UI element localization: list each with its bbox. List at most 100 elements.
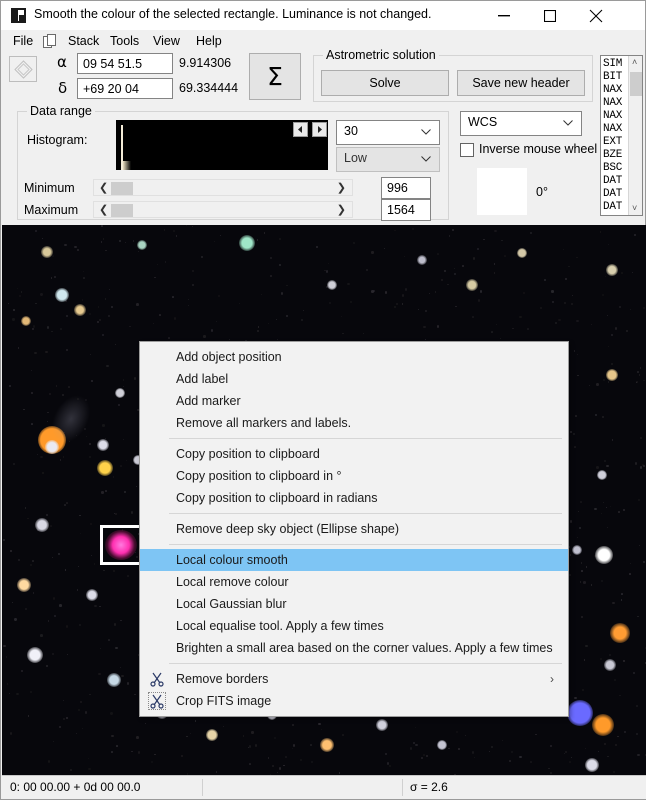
- noise-speckle: [111, 306, 113, 308]
- fits-header-scrollbar[interactable]: ˄ ˅: [628, 56, 642, 215]
- stack-pages-icon[interactable]: [43, 34, 60, 50]
- menu-help[interactable]: Help: [191, 33, 227, 50]
- noise-speckle: [350, 301, 352, 303]
- inverse-mouse-wheel-checkbox[interactable]: Inverse mouse wheel: [460, 142, 590, 159]
- menu-item-local-gaussian-blur[interactable]: Local Gaussian blur: [140, 593, 568, 615]
- solve-button[interactable]: Solve: [321, 70, 449, 96]
- noise-speckle: [608, 381, 610, 383]
- maximum-slider-left-arrow[interactable]: ❮: [99, 202, 108, 219]
- inverse-mouse-wheel-label: Inverse mouse wheel: [479, 142, 597, 156]
- noise-speckle: [3, 645, 6, 648]
- menu-item-label: Crop FITS image: [176, 694, 271, 708]
- stretch-combo[interactable]: 30: [336, 120, 440, 145]
- noise-speckle: [552, 301, 554, 303]
- star: [376, 719, 388, 731]
- maximum-slider-thumb[interactable]: [111, 204, 133, 217]
- minimum-slider[interactable]: ❮ ❯: [93, 179, 353, 196]
- noise-speckle: [99, 319, 101, 321]
- noise-speckle: [136, 486, 137, 487]
- noise-speckle: [580, 581, 582, 583]
- noise-speckle: [605, 276, 606, 277]
- spin-left-icon: [297, 126, 304, 133]
- solve-label: Solve: [322, 71, 448, 95]
- noise-speckle: [544, 279, 546, 281]
- minimum-slider-right-arrow[interactable]: ❯: [337, 180, 346, 197]
- noise-speckle: [52, 653, 54, 655]
- menu-separator: [169, 438, 562, 439]
- image-preview-thumbnail[interactable]: [477, 168, 527, 215]
- noise-speckle: [454, 268, 455, 269]
- noise-speckle: [571, 303, 573, 305]
- menu-item-local-equalise-tool-apply-a-few-times[interactable]: Local equalise tool. Apply a few times: [140, 615, 568, 637]
- scroll-up-icon[interactable]: ˄: [632, 57, 637, 67]
- menu-item-label: Local remove colour: [176, 575, 289, 589]
- noise-speckle: [258, 326, 259, 327]
- level-combo[interactable]: Low: [336, 147, 440, 172]
- noise-speckle: [429, 293, 430, 294]
- maximum-slider[interactable]: ❮ ❯: [93, 201, 353, 218]
- noise-speckle: [6, 656, 7, 657]
- menu-item-add-object-position[interactable]: Add object position: [140, 346, 568, 368]
- minimum-slider-left-arrow[interactable]: ❮: [99, 180, 108, 197]
- noise-speckle: [385, 291, 387, 293]
- noise-speckle: [279, 238, 281, 240]
- ra-input[interactable]: [77, 53, 173, 74]
- close-button[interactable]: [573, 1, 619, 30]
- menu-item-remove-borders[interactable]: Remove borders ›: [140, 668, 568, 690]
- noise-speckle: [640, 437, 642, 439]
- noise-speckle: [405, 288, 408, 291]
- menu-item-crop-fits-image[interactable]: Crop FITS image: [140, 690, 568, 712]
- menu-file[interactable]: File: [8, 33, 38, 50]
- minimize-button[interactable]: [481, 1, 527, 30]
- noise-speckle: [581, 616, 583, 618]
- maximize-button[interactable]: [527, 1, 573, 30]
- noise-speckle: [89, 456, 91, 458]
- orientation-button[interactable]: [9, 56, 37, 82]
- scrollbar-thumb[interactable]: [630, 72, 642, 96]
- context-menu[interactable]: Add object position Add label Add marker Re…: [139, 341, 569, 717]
- noise-speckle: [640, 466, 642, 468]
- noise-speckle: [491, 331, 493, 333]
- noise-speckle: [113, 570, 114, 571]
- wcs-combo[interactable]: WCS: [460, 111, 582, 136]
- histogram-scroll-left-button[interactable]: [293, 122, 308, 137]
- sigma-button[interactable]: Σ: [249, 53, 301, 100]
- noise-speckle: [276, 319, 277, 320]
- menu-item-local-colour-smooth[interactable]: Local colour smooth: [140, 549, 568, 571]
- menu-stack[interactable]: Stack: [63, 33, 104, 50]
- menu-item-label: Remove deep sky object (Ellipse shape): [176, 522, 399, 536]
- noise-speckle: [138, 251, 140, 253]
- menu-item-copy-position-to-clipboard-in[interactable]: Copy position to clipboard in °: [140, 465, 568, 487]
- menu-tools[interactable]: Tools: [105, 33, 144, 50]
- save-new-header-button[interactable]: Save new header: [457, 70, 585, 96]
- menu-item-add-label[interactable]: Add label: [140, 368, 568, 390]
- menu-item-local-remove-colour[interactable]: Local remove colour: [140, 571, 568, 593]
- noise-speckle: [614, 679, 616, 681]
- menu-item-add-marker[interactable]: Add marker: [140, 390, 568, 412]
- scroll-down-icon[interactable]: ˅: [632, 203, 637, 213]
- menu-item-remove-deep-sky-object-ellipse-shape[interactable]: Remove deep sky object (Ellipse shape): [140, 518, 568, 540]
- menu-item-copy-position-to-clipboard[interactable]: Copy position to clipboard: [140, 443, 568, 465]
- minimum-value-input[interactable]: [381, 177, 431, 199]
- menu-item-remove-all-markers-and-labels[interactable]: Remove all markers and labels.: [140, 412, 568, 434]
- histogram-scroll-right-button[interactable]: [312, 122, 327, 137]
- dec-input[interactable]: [77, 78, 173, 99]
- noise-speckle: [619, 306, 621, 308]
- noise-speckle: [33, 592, 35, 594]
- noise-speckle: [77, 589, 78, 590]
- menu-item-copy-position-to-clipboard-in-radians[interactable]: Copy position to clipboard in radians: [140, 487, 568, 509]
- ra-degrees: 9.914306: [179, 56, 231, 70]
- minimum-slider-thumb[interactable]: [111, 182, 133, 195]
- menu-item-brighten-a-small-area-based-on-the-corne[interactable]: Brighten a small area based on the corne…: [140, 637, 568, 659]
- noise-speckle: [21, 670, 23, 672]
- noise-speckle: [116, 745, 118, 747]
- dec-degrees: 69.334444: [179, 81, 238, 95]
- checkbox-box[interactable]: [460, 143, 474, 157]
- maximum-slider-right-arrow[interactable]: ❯: [337, 202, 346, 219]
- noise-speckle: [550, 772, 552, 774]
- noise-speckle: [35, 230, 37, 232]
- menu-view[interactable]: View: [148, 33, 185, 50]
- histogram-label: Histogram:: [27, 133, 87, 147]
- maximum-value-input[interactable]: [381, 199, 431, 221]
- fits-header-list[interactable]: SIM BIT NAX NAX NAX NAX EXT BZE BSC DAT …: [600, 55, 643, 216]
